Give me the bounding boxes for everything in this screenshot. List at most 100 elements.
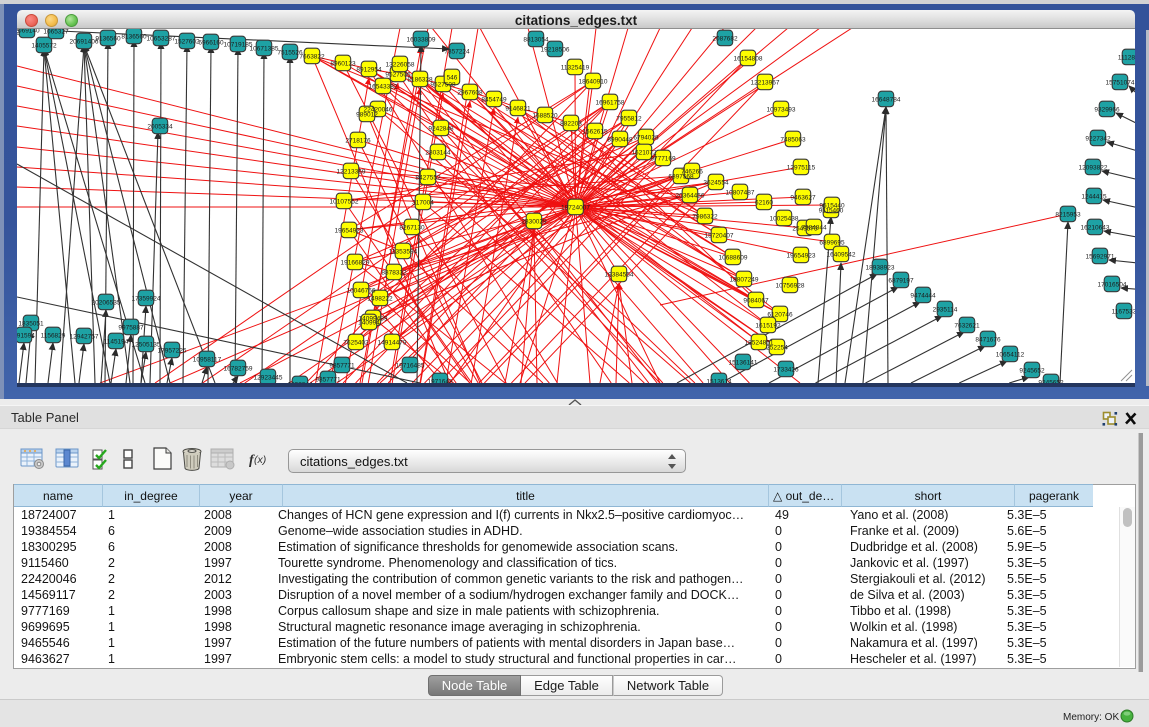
- svg-text:16154808: 16154808: [734, 55, 763, 62]
- svg-text:1167533: 1167533: [1112, 308, 1135, 315]
- svg-text:6879197: 6879197: [888, 277, 914, 284]
- svg-text:7485063: 7485063: [780, 136, 806, 143]
- svg-text:391594: 391594: [17, 332, 35, 339]
- svg-text:2005334: 2005334: [147, 123, 173, 130]
- svg-text:8454749: 8454749: [481, 96, 507, 103]
- svg-text:1156829: 1156829: [41, 332, 66, 339]
- svg-text:6966160: 6966160: [198, 39, 224, 46]
- svg-text:8427552: 8427552: [415, 174, 441, 181]
- svg-text:1562615: 1562615: [582, 128, 608, 135]
- svg-text:9245652: 9245652: [1019, 367, 1045, 374]
- svg-text:19654923: 19654923: [335, 227, 364, 234]
- svg-text:7955812: 7955812: [616, 115, 642, 122]
- svg-text:10654112: 10654112: [996, 351, 1025, 358]
- svg-text:2830029: 2830029: [521, 218, 547, 225]
- svg-text:6899695: 6899695: [819, 239, 845, 246]
- svg-text:2967608: 2967608: [457, 89, 483, 96]
- svg-text:18807249: 18807249: [730, 276, 759, 283]
- svg-text:2087682: 2087682: [712, 35, 738, 42]
- svg-text:12213369: 12213369: [337, 168, 366, 175]
- svg-text:10688609: 10688609: [719, 254, 748, 261]
- svg-text:6794028: 6794028: [633, 134, 659, 141]
- svg-text:9146821: 9146821: [505, 105, 531, 112]
- svg-text:15751074: 15751074: [1106, 79, 1135, 86]
- svg-text:9242848: 9242848: [428, 125, 454, 132]
- svg-text:10973493: 10973493: [767, 106, 796, 113]
- svg-text:16782759: 16782759: [224, 365, 253, 372]
- svg-text:9527508: 9527508: [430, 81, 456, 88]
- svg-text:16210643: 16210643: [1081, 224, 1110, 231]
- svg-text:9975887: 9975887: [118, 324, 144, 331]
- svg-text:7625402: 7625402: [343, 339, 369, 346]
- svg-text:6120746: 6120746: [767, 311, 793, 318]
- svg-text:8878332: 8878332: [381, 269, 407, 276]
- svg-text:9515440: 9515440: [819, 202, 845, 209]
- svg-text:16033809: 16033809: [407, 36, 436, 43]
- svg-text:19218506: 19218506: [541, 46, 570, 53]
- svg-text:1733426: 1733426: [773, 366, 799, 373]
- svg-text:12213967: 12213967: [751, 79, 780, 86]
- svg-text:8215953: 8215953: [1055, 211, 1081, 218]
- svg-text:10046766: 10046766: [347, 287, 376, 294]
- svg-text:10756928: 10756928: [776, 282, 805, 289]
- svg-text:19654923: 19654923: [787, 252, 816, 259]
- svg-text:18724007: 18724007: [561, 204, 590, 211]
- svg-text:17957225: 17957225: [158, 347, 187, 354]
- svg-text:7584844: 7584844: [801, 224, 827, 231]
- svg-text:12923445: 12923445: [254, 374, 283, 381]
- svg-text:17016504: 17016504: [1098, 281, 1127, 288]
- svg-text:140994: 140994: [358, 319, 380, 326]
- svg-text:1244415: 1244415: [1081, 193, 1107, 200]
- svg-text:1112845: 1112845: [1118, 54, 1135, 61]
- svg-text:2803144: 2803144: [425, 149, 451, 156]
- svg-text:2718176: 2718176: [345, 137, 371, 144]
- svg-text:18938923: 18938923: [866, 264, 895, 271]
- svg-text:317004: 317004: [412, 199, 434, 206]
- svg-text:19716485: 19716485: [396, 362, 425, 369]
- svg-text:9136560: 9136560: [95, 35, 121, 42]
- svg-text:15136141: 15136141: [729, 359, 758, 366]
- svg-text:10653287: 10653287: [147, 35, 176, 42]
- svg-text:8186328: 8186328: [407, 76, 433, 83]
- svg-text:7663822: 7663822: [299, 53, 325, 60]
- svg-text:19384554: 19384554: [605, 271, 634, 278]
- svg-text:3624554: 3624554: [703, 179, 729, 186]
- svg-text:8960123: 8960123: [330, 60, 356, 67]
- svg-text:14914479: 14914479: [378, 339, 407, 346]
- svg-text:8912954: 8912954: [356, 66, 382, 73]
- svg-text:882203: 882203: [560, 120, 582, 127]
- svg-text:10671385: 10671385: [250, 45, 279, 52]
- svg-text:16648784: 16648784: [872, 96, 901, 103]
- svg-text:16543382: 16543382: [369, 83, 398, 90]
- svg-text:16961758: 16961758: [596, 99, 625, 106]
- svg-text:1065327: 1065327: [43, 29, 69, 35]
- svg-text:1588520: 1588520: [532, 112, 558, 119]
- svg-text:7986322: 7986322: [692, 213, 718, 220]
- svg-text:1498222: 1498222: [367, 295, 393, 302]
- svg-text:11353594: 11353594: [389, 248, 418, 255]
- svg-text:1145194: 1145194: [104, 338, 129, 345]
- svg-text:20206535: 20206535: [92, 299, 121, 306]
- svg-text:9777169: 9777169: [650, 155, 676, 162]
- svg-text:1621072: 1621072: [631, 149, 657, 156]
- svg-text:1405572: 1405572: [31, 42, 57, 49]
- svg-text:11325419: 11325419: [561, 64, 590, 71]
- svg-text:12975115: 12975115: [787, 164, 816, 171]
- svg-text:10958117: 10958117: [193, 356, 222, 363]
- svg-text:62160: 62160: [755, 199, 773, 206]
- svg-text:10107552: 10107552: [330, 198, 359, 205]
- svg-text:2935114: 2935114: [933, 306, 958, 313]
- svg-text:17359924: 17359924: [132, 295, 161, 302]
- svg-text:546: 546: [447, 74, 458, 81]
- svg-text:1835051: 1835051: [18, 320, 44, 327]
- svg-text:1527602: 1527602: [174, 38, 200, 45]
- svg-text:12093822: 12093822: [1079, 164, 1108, 171]
- svg-text:10719185: 10719185: [224, 41, 253, 48]
- svg-text:9084067: 9084067: [743, 297, 769, 304]
- svg-text:8471676: 8471676: [975, 336, 1001, 343]
- svg-text:8267130: 8267130: [399, 224, 425, 231]
- svg-text:10807487: 10807487: [726, 189, 755, 196]
- svg-text:(x): (x): [254, 454, 266, 466]
- svg-text:20364456: 20364456: [676, 192, 705, 199]
- svg-text:8990448: 8990448: [607, 136, 633, 143]
